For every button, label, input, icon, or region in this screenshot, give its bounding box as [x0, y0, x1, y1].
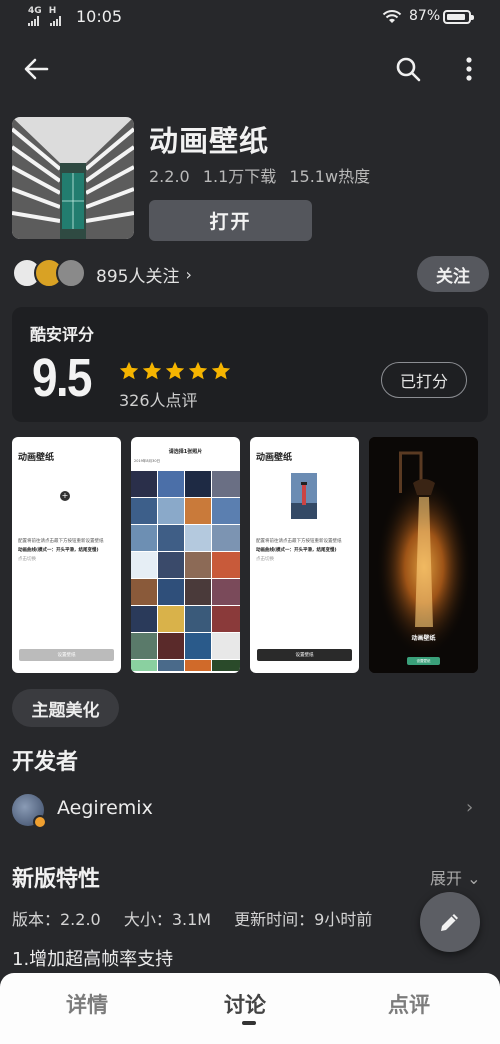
screenshot-caption: 配置将前往请点击最下方按钮重新设置壁纸	[18, 539, 104, 544]
screenshot-title: 动画壁纸	[256, 453, 293, 463]
category-tag[interactable]: 主题美化	[12, 689, 119, 727]
app-icon	[12, 117, 134, 239]
developer-row[interactable]: Aegiremix ›	[0, 786, 500, 832]
rated-button[interactable]: 已打分	[381, 362, 467, 398]
open-button[interactable]: 打开	[149, 200, 312, 241]
write-review-button[interactable]	[420, 892, 480, 952]
app-heat: 15.1w热度	[289, 167, 371, 186]
rating-score: 9.5	[32, 348, 92, 408]
screenshot-button: 设置壁纸	[19, 649, 114, 661]
followers-count: 895人关注	[96, 267, 180, 287]
screenshot-button: 设置壁纸	[257, 649, 352, 661]
screenshot-4[interactable]: 动画壁纸 设置壁纸	[369, 437, 478, 673]
battery-percent: 87%	[409, 8, 441, 24]
screenshot-status	[12, 437, 121, 446]
developer-avatar	[12, 794, 47, 829]
bottom-tab-bar: 详情 讨论 点评	[0, 973, 500, 1044]
rating-stars	[118, 360, 233, 382]
app-downloads: 1.1万下载	[202, 167, 277, 186]
expand-link[interactable]: 展开 ⌄	[430, 865, 481, 889]
developer-heading: 开发者	[12, 750, 79, 775]
signal-icon	[28, 16, 39, 26]
screenshot-2[interactable]: 请选择1张照片 2019年8月30日	[131, 437, 240, 673]
app-title: 动画壁纸	[149, 124, 270, 158]
tab-discussion[interactable]: 讨论	[224, 989, 266, 1019]
star-icon	[119, 361, 139, 380]
changelog-heading: 新版特性	[12, 867, 101, 892]
rating-count: 326人点评	[119, 391, 198, 410]
lighthouse-thumbnail	[291, 473, 317, 519]
star-icon	[142, 361, 162, 380]
rating-card: 酷安评分 9.5 326人点评 已打分	[12, 307, 488, 422]
network-indicator: 4G H	[28, 6, 61, 26]
screenshot-title: 动画壁纸	[411, 635, 436, 642]
chevron-right-icon: ›	[466, 797, 474, 818]
version-number: 版本：2.2.0	[12, 910, 101, 929]
follower-avatars[interactable]	[12, 258, 88, 290]
version-size: 大小：3.1M	[123, 910, 212, 929]
battery-icon	[443, 10, 474, 24]
screenshot-title: 请选择1张照片	[168, 449, 203, 455]
network-type-secondary: H	[48, 6, 57, 16]
screenshot-caption: 配置将前往请点击最下方按钮重新设置壁纸	[256, 539, 342, 544]
changelog-note: 1.增加超高帧率支持	[12, 949, 174, 970]
add-icon: +	[60, 491, 70, 501]
screenshot-caption: 点击切换	[18, 557, 36, 562]
screenshot-button: 设置壁纸	[407, 657, 440, 665]
star-icon	[165, 361, 185, 380]
more-button[interactable]	[452, 52, 486, 86]
chevron-right-icon: ›	[185, 265, 192, 284]
search-button[interactable]	[390, 52, 426, 86]
photo-grid	[131, 471, 240, 671]
screenshot-title: 动画壁纸	[18, 453, 55, 463]
wifi-icon	[382, 10, 402, 23]
follow-button[interactable]: 关注	[417, 256, 489, 292]
app-version: 2.2.0	[149, 167, 190, 186]
more-vertical-icon	[466, 57, 472, 81]
tab-reviews[interactable]: 点评	[388, 989, 430, 1019]
status-bar: 4G H 10:05 87%	[0, 0, 500, 36]
search-icon	[396, 57, 421, 82]
signal-icon-2	[50, 16, 61, 26]
screenshot-caption: 动画曲线(模式一：开头平滑，结尾变慢)	[256, 548, 337, 553]
screenshot-status	[250, 437, 359, 446]
app-meta: 2.2.0 1.1万下载 15.1w热度	[149, 163, 378, 187]
arrow-left-icon	[24, 58, 49, 80]
screenshot-gallery[interactable]: 动画壁纸 + 配置将前往请点击最下方按钮重新设置壁纸 动画曲线(模式一：开头平滑…	[12, 437, 488, 673]
back-button[interactable]	[18, 52, 54, 86]
developer-name: Aegiremix	[57, 797, 153, 819]
followers-link[interactable]: 895人关注 ›	[96, 262, 192, 287]
screenshot-caption: 点击切换	[256, 557, 274, 562]
screenshot-caption: 动画曲线(模式一：开头平滑，结尾变慢)	[18, 548, 99, 553]
screenshot-status	[131, 437, 240, 446]
screenshot-3[interactable]: 动画壁纸 配置将前往请点击最下方按钮重新设置壁纸 动画曲线(模式一：开头平滑，结…	[250, 437, 359, 673]
version-meta: 版本：2.2.0 大小：3.1M 更新时间：9小时前	[12, 906, 390, 930]
network-type: 4G	[28, 6, 42, 16]
screenshot-date: 2019年8月30日	[134, 459, 161, 463]
version-updated: 更新时间：9小时前	[234, 910, 373, 929]
clock: 10:05	[76, 7, 123, 26]
tab-indicator	[242, 1021, 256, 1025]
tab-details[interactable]: 详情	[66, 989, 108, 1019]
screenshot-1[interactable]: 动画壁纸 + 配置将前往请点击最下方按钮重新设置壁纸 动画曲线(模式一：开头平滑…	[12, 437, 121, 673]
pencil-icon	[441, 914, 458, 931]
rating-title: 酷安评分	[30, 325, 95, 344]
star-icon	[211, 361, 231, 380]
star-icon	[188, 361, 208, 380]
avatar	[56, 258, 86, 288]
